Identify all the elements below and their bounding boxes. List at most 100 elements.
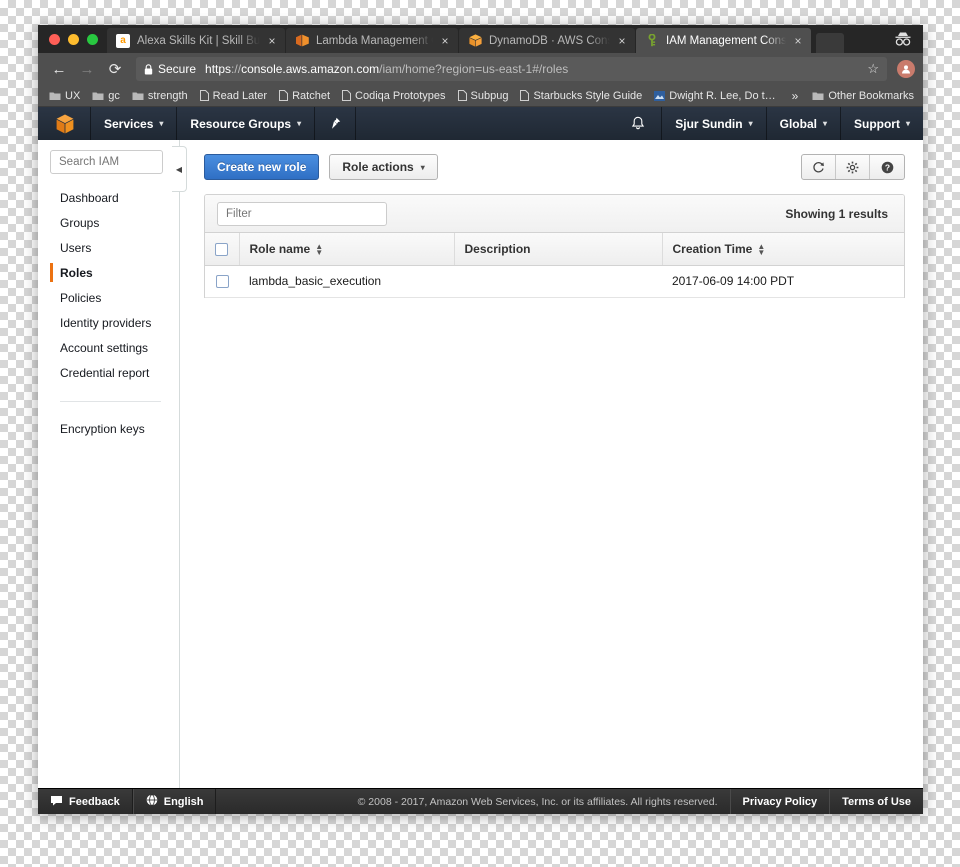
close-window-button[interactable]: [49, 33, 60, 45]
folder-icon: [812, 91, 824, 101]
sidebar-item-label: Credential report: [60, 366, 150, 380]
folder-icon: [49, 91, 61, 101]
column-label: Description: [464, 241, 531, 256]
browser-toolbar: ← → ⟳ Secure https://console.aws.amazon.…: [38, 53, 923, 85]
row-select-cell[interactable]: [205, 265, 239, 298]
sidebar-item-account-settings[interactable]: Account settings: [38, 336, 179, 360]
profile-avatar[interactable]: [897, 60, 915, 78]
browser-tab-dynamodb-console[interactable]: DynamoDB · AWS Console ×: [459, 28, 635, 53]
resource-groups-menu[interactable]: Resource Groups ▾: [177, 107, 314, 140]
feedback-button[interactable]: Feedback: [38, 788, 133, 814]
settings-button[interactable]: [836, 155, 870, 179]
sidebar-item-groups[interactable]: Groups: [38, 211, 179, 235]
tab-title: IAM Management Console: [666, 34, 786, 47]
roles-table-body: lambda_basic_execution 2017-06-09 14:00 …: [205, 265, 904, 298]
close-icon[interactable]: ×: [791, 34, 805, 48]
window-traffic-lights: [38, 25, 107, 53]
nav-divider: [314, 107, 316, 140]
sidebar-item-roles[interactable]: Roles: [38, 261, 179, 285]
terms-of-use-link[interactable]: Terms of Use: [829, 788, 923, 814]
url-host: console.aws.amazon.com: [241, 62, 380, 76]
refresh-button[interactable]: [802, 155, 836, 179]
language-button[interactable]: English: [132, 788, 217, 814]
bookmark-ratchet[interactable]: Ratchet: [274, 88, 335, 104]
column-header-creation-time[interactable]: Creation Time ▲ ▼: [662, 233, 904, 266]
sidebar-item-label: Roles: [60, 266, 93, 280]
column-label: Role name: [249, 241, 311, 256]
column-header-role-name[interactable]: Role name ▲ ▼: [239, 233, 455, 266]
bookmark-label: Subpug: [470, 89, 509, 102]
sidebar-item-encryption-keys[interactable]: Encryption keys: [38, 417, 179, 441]
search-input[interactable]: [50, 150, 163, 174]
nav-divider: [176, 107, 178, 140]
role-actions-button[interactable]: Role actions ▾: [329, 154, 438, 180]
table-row[interactable]: lambda_basic_execution 2017-06-09 14:00 …: [205, 265, 904, 298]
sidebar-item-users[interactable]: Users: [38, 236, 179, 260]
bookmarks-overflow-icon[interactable]: »: [785, 89, 806, 103]
bookmark-star-icon[interactable]: ☆: [859, 61, 879, 77]
cell-description: [454, 265, 662, 298]
minimize-window-button[interactable]: [68, 33, 79, 45]
role-actions-label: Role actions: [342, 160, 414, 174]
sort-icon[interactable]: ▲ ▼: [757, 242, 765, 256]
aws-cube-logo[interactable]: [56, 114, 74, 134]
bookmark-other-bookmarks[interactable]: Other Bookmarks: [807, 88, 919, 104]
filter-input[interactable]: [217, 201, 387, 226]
account-menu[interactable]: Sjur Sundin ▾: [662, 107, 765, 140]
tab-title: DynamoDB · AWS Console: [489, 34, 610, 47]
bookmark-strength[interactable]: strength: [127, 88, 193, 104]
showing-results-label: Showing 1 results: [785, 206, 888, 221]
page-icon: [520, 90, 530, 101]
close-icon[interactable]: ×: [265, 34, 279, 48]
sidebar-item-dashboard[interactable]: Dashboard: [38, 186, 179, 210]
browser-tab-alexa-skills-kit[interactable]: a Alexa Skills Kit | Skill Builder B ×: [107, 28, 285, 53]
browser-tab-lambda-console[interactable]: Lambda Management Console ×: [286, 28, 458, 53]
select-all-header[interactable]: [205, 233, 240, 266]
secure-label: Secure: [158, 62, 197, 76]
bookmark-gc[interactable]: gc: [87, 88, 125, 104]
reload-icon[interactable]: ⟳: [102, 56, 128, 82]
select-all-checkbox[interactable]: [215, 242, 229, 256]
sidebar-item-identity-providers[interactable]: Identity providers: [38, 311, 179, 335]
browser-window: a Alexa Skills Kit | Skill Builder B × L…: [38, 25, 923, 814]
back-icon[interactable]: ←: [46, 56, 72, 82]
chevron-down-icon: ▾: [159, 119, 164, 128]
bookmark-subpug[interactable]: Subpug: [453, 88, 514, 104]
services-menu[interactable]: Services ▾: [91, 107, 176, 140]
forward-icon[interactable]: →: [74, 56, 100, 82]
bookmark-label: UX: [65, 89, 81, 102]
browser-tab-iam-console[interactable]: IAM Management Console ×: [636, 28, 811, 53]
maximize-window-button[interactable]: [87, 33, 98, 45]
cell-role-name[interactable]: lambda_basic_execution: [239, 265, 454, 298]
region-menu[interactable]: Global ▾: [767, 107, 840, 140]
page-icon: [342, 90, 352, 101]
new-tab-button[interactable]: [816, 33, 844, 53]
bookmarks-bar: UX gc strength Read Later Ratchet Codiqa…: [38, 85, 923, 107]
tab-title: Alexa Skills Kit | Skill Builder B: [137, 34, 260, 47]
sidebar-item-policies[interactable]: Policies: [38, 286, 179, 310]
bookmark-codiqa-prototypes[interactable]: Codiqa Prototypes: [337, 88, 451, 104]
bell-icon[interactable]: [615, 116, 661, 131]
address-bar[interactable]: Secure https://console.aws.amazon.com/ia…: [136, 57, 887, 81]
row-checkbox[interactable]: [215, 275, 229, 289]
bookmark-label: Dwight R. Lee, Do t…: [669, 89, 776, 102]
nav-divider: [355, 107, 357, 140]
sort-icon[interactable]: ▲ ▼: [315, 242, 323, 256]
bookmark-dwight-r-lee[interactable]: Dwight R. Lee, Do t…: [649, 88, 780, 104]
privacy-policy-link[interactable]: Privacy Policy: [729, 788, 830, 814]
sidebar-item-credential-report[interactable]: Credential report: [38, 361, 179, 385]
copyright-text: © 2008 - 2017, Amazon Web Services, Inc.…: [357, 795, 718, 808]
help-button[interactable]: ?: [870, 155, 904, 179]
create-new-role-button[interactable]: Create new role: [204, 154, 320, 180]
bookmark-read-later[interactable]: Read Later: [195, 88, 272, 104]
close-icon[interactable]: ×: [438, 34, 452, 48]
svg-text:?: ?: [884, 162, 889, 172]
pin-icon[interactable]: [315, 117, 355, 130]
support-menu[interactable]: Support ▾: [841, 107, 923, 140]
column-header-description[interactable]: Description: [454, 233, 663, 266]
close-icon[interactable]: ×: [615, 34, 629, 48]
sidebar-collapse-button[interactable]: ◀: [172, 146, 187, 192]
bookmark-starbucks-style-guide[interactable]: Starbucks Style Guide: [515, 88, 647, 104]
bookmark-ux[interactable]: UX: [44, 88, 85, 104]
nav-divider: [90, 107, 91, 140]
